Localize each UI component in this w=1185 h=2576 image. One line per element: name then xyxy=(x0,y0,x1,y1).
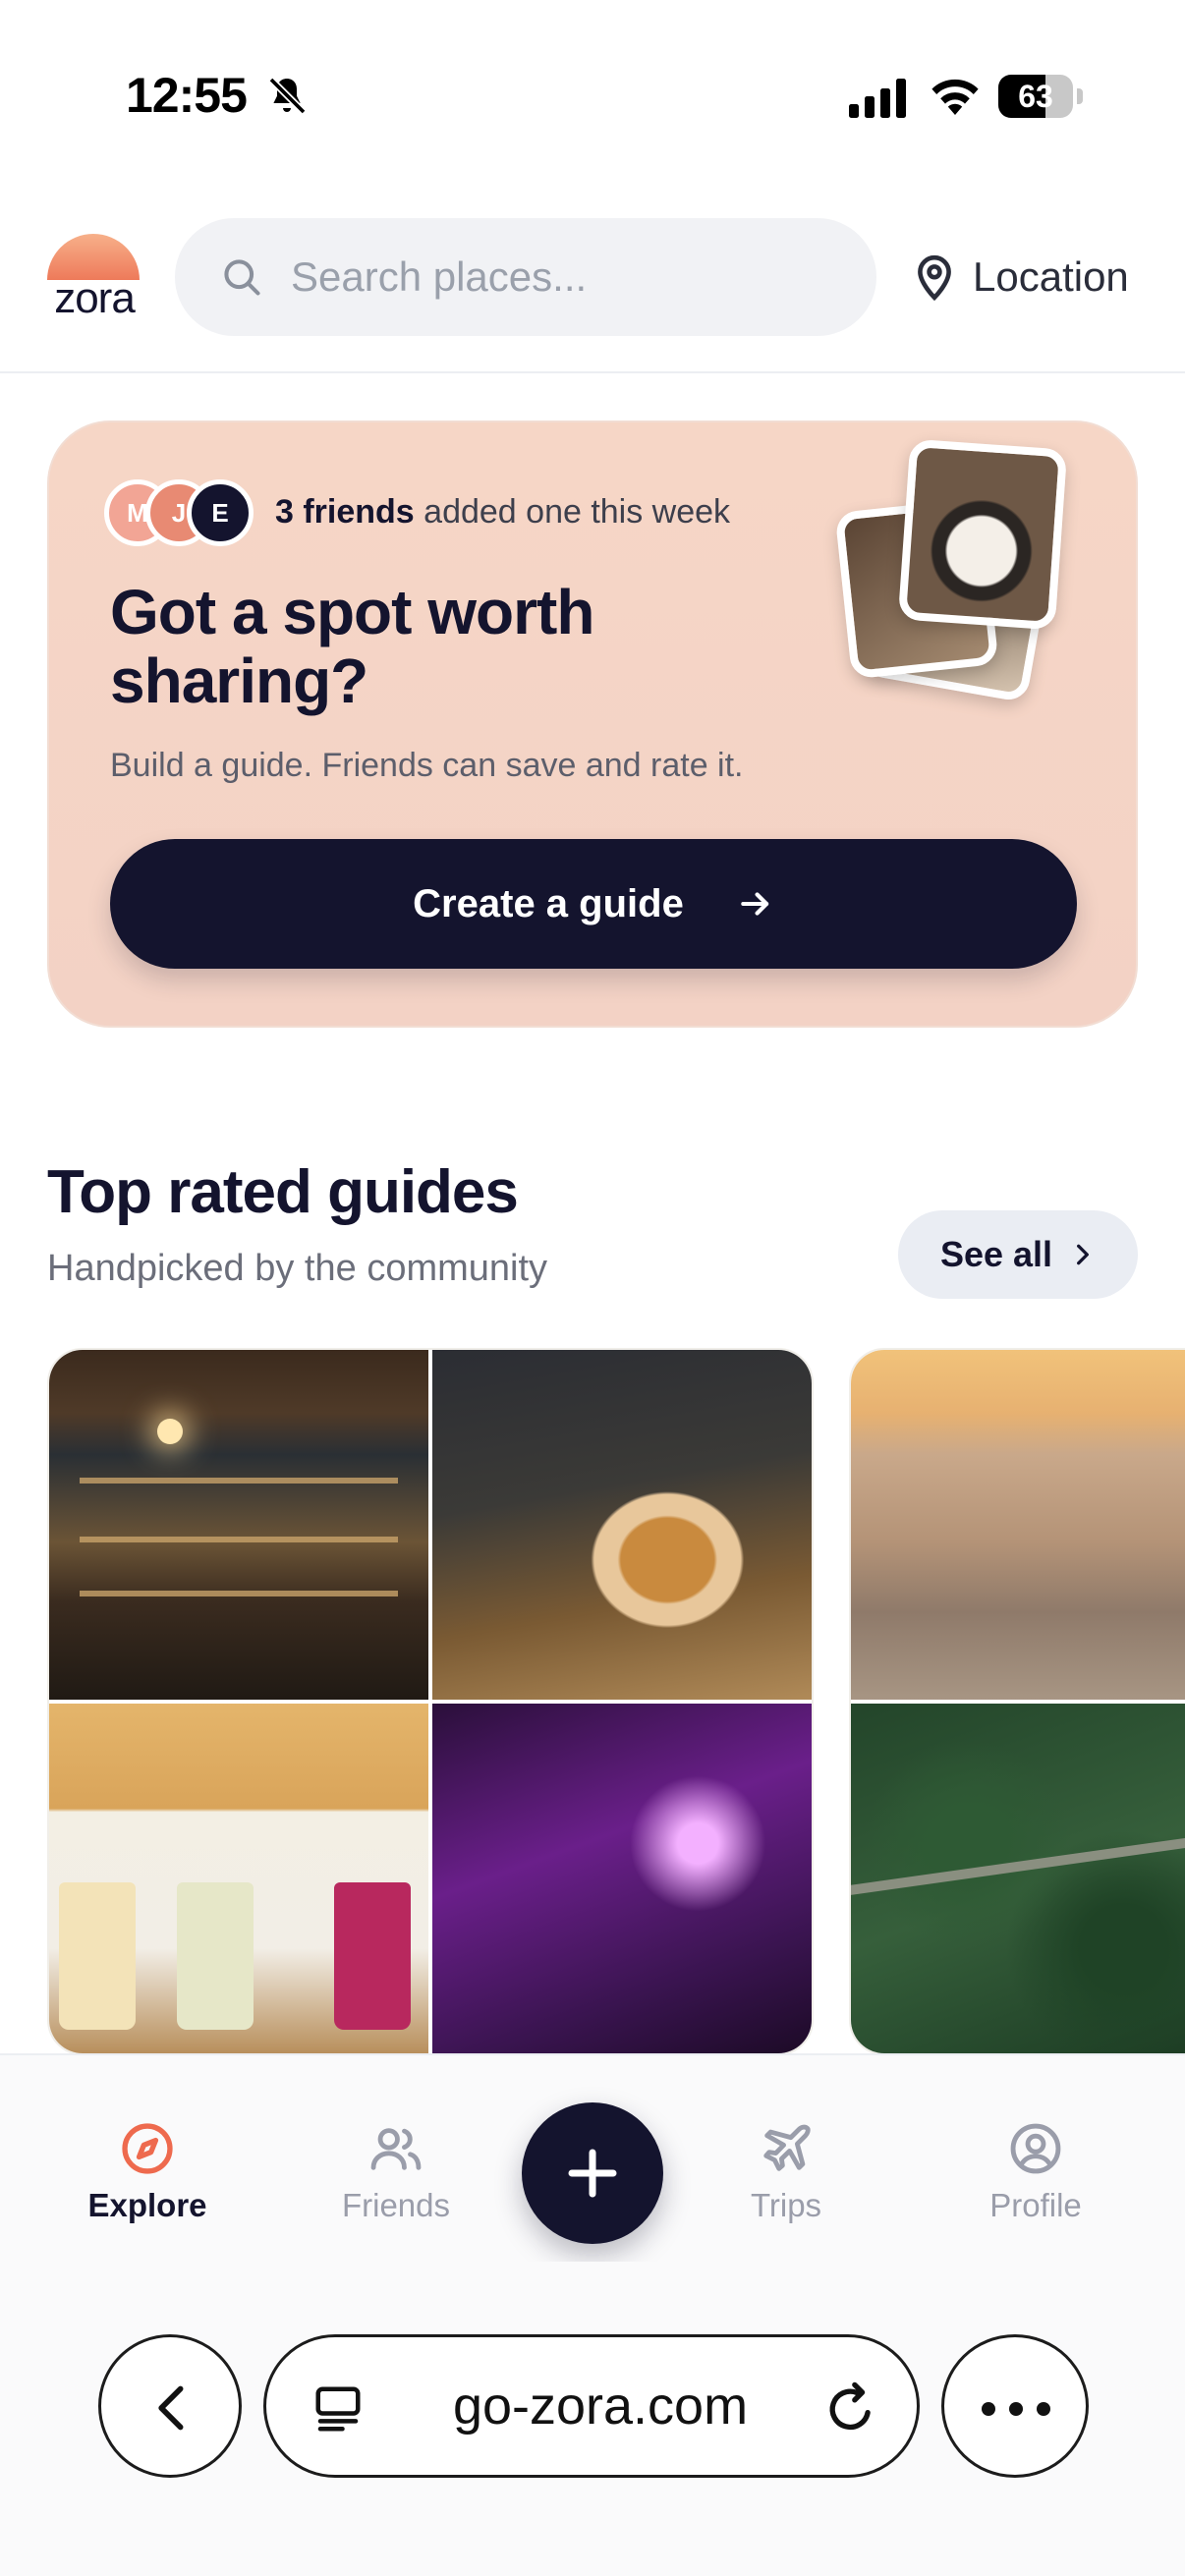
browser-back-button[interactable] xyxy=(98,2334,242,2478)
nav-label: Profile xyxy=(989,2187,1082,2223)
signal-icon xyxy=(849,79,906,118)
forest-aerial-photo xyxy=(851,1704,1185,2053)
bell-slash-icon xyxy=(268,77,307,115)
browser-toolbar: go-zora.com xyxy=(0,2262,1185,2576)
market-square-photo xyxy=(851,1350,1185,1700)
guide-card[interactable] xyxy=(47,1348,814,2055)
nav-friends[interactable]: Friends xyxy=(298,2120,494,2238)
search-icon xyxy=(224,259,260,296)
users-icon xyxy=(370,2128,422,2170)
create-guide-button[interactable]: Create a guide xyxy=(110,839,1077,969)
chevron-right-icon xyxy=(1077,1244,1090,1265)
create-guide-promo-card: M J E 3 friends added one this week Got … xyxy=(47,420,1138,1028)
browser-more-button[interactable] xyxy=(941,2334,1089,2478)
compass-icon xyxy=(122,2123,173,2174)
nav-label: Explore xyxy=(87,2187,207,2223)
create-guide-label: Create a guide xyxy=(413,881,684,925)
bartender-photo xyxy=(432,1704,812,2053)
nav-profile[interactable]: Profile xyxy=(937,2120,1134,2238)
section-subtitle: Handpicked by the community xyxy=(47,1248,548,1289)
status-bar: 12:55 63 xyxy=(0,0,1185,196)
more-dots-icon xyxy=(1009,2402,1023,2416)
nav-label: Trips xyxy=(750,2187,822,2223)
guide-card[interactable] xyxy=(849,1348,1185,2055)
see-all-button[interactable]: See all xyxy=(898,1210,1138,1299)
promo-title: Got a spot worth sharing? xyxy=(110,577,594,716)
promo-subtitle: Build a guide. Friends can save and rate… xyxy=(110,747,744,784)
plus-icon xyxy=(568,2149,617,2198)
more-dots-icon xyxy=(1037,2402,1050,2416)
nav-label: Friends xyxy=(341,2187,451,2223)
friends-count: 3 friends xyxy=(275,493,415,531)
search-bar[interactable] xyxy=(175,218,876,336)
bar-interior-photo xyxy=(49,1350,428,1700)
zora-logo[interactable]: zora xyxy=(45,234,143,322)
friends-activity-suffix: added one this week xyxy=(414,493,731,531)
plane-icon xyxy=(763,2124,811,2171)
section-title: Top rated guides xyxy=(47,1158,519,1226)
chevron-left-icon xyxy=(158,2385,184,2431)
user-circle-icon xyxy=(1010,2123,1061,2174)
add-button[interactable] xyxy=(522,2102,663,2244)
logo-text: zora xyxy=(54,274,136,322)
map-pin-icon xyxy=(918,254,951,302)
search-input[interactable] xyxy=(291,218,841,336)
app-header: zora Location xyxy=(0,196,1185,373)
battery-indicator: 63 xyxy=(998,75,1083,118)
nav-trips[interactable]: Trips xyxy=(688,2120,884,2238)
browser-address-bar[interactable]: go-zora.com xyxy=(263,2334,920,2478)
see-all-label: See all xyxy=(939,1234,1053,1274)
more-dots-icon xyxy=(982,2402,995,2416)
whiskey-pour-photo xyxy=(432,1350,812,1700)
wifi-icon xyxy=(931,79,979,115)
cocktails-photo xyxy=(49,1704,428,2053)
avatar: E xyxy=(187,479,254,546)
friends-activity-text: 3 friends added one this week xyxy=(275,493,730,532)
battery-level: 63 xyxy=(1018,79,1053,114)
photo-stack-image xyxy=(816,438,1110,703)
browser-url: go-zora.com xyxy=(452,2377,749,2436)
location-label: Location xyxy=(973,253,1129,300)
photo-thumbnail xyxy=(897,438,1068,631)
nav-explore[interactable]: Explore xyxy=(49,2120,246,2238)
arrow-right-icon xyxy=(741,892,768,916)
status-time: 12:55 xyxy=(126,68,248,123)
page-menu-icon xyxy=(315,2386,361,2432)
reload-icon[interactable] xyxy=(820,2380,879,2437)
friend-avatars: M J E xyxy=(104,479,261,546)
sun-logo-icon xyxy=(47,234,140,280)
location-button[interactable]: Location xyxy=(914,248,1129,307)
bottom-navigation: Explore Friends Trips Profile xyxy=(0,2053,1185,2262)
